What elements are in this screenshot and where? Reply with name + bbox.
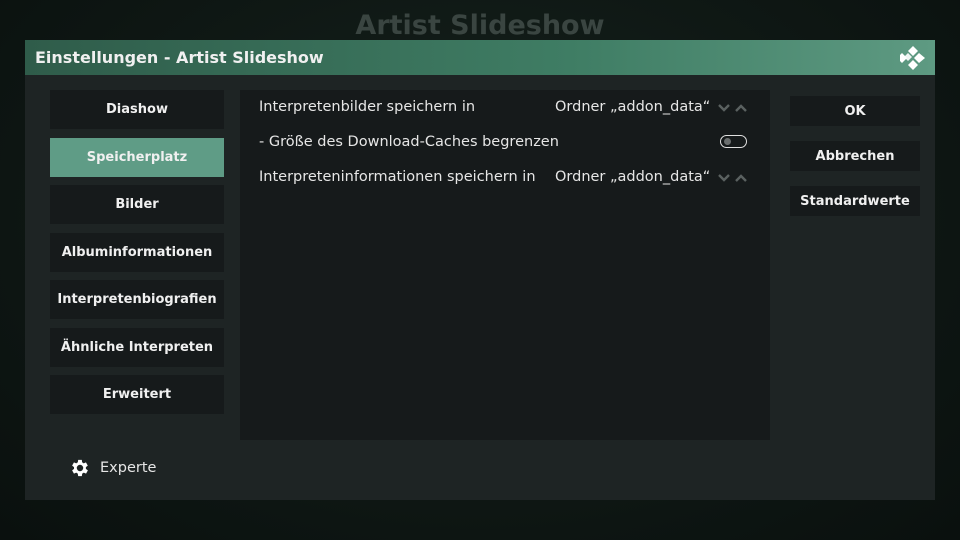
settings-level-button[interactable]: Experte (69, 456, 156, 480)
setting-value: Ordner „addon_data“ (555, 99, 711, 115)
category-speicherplatz[interactable]: Speicherplatz (50, 138, 224, 177)
background-window-title: Artist Slideshow (355, 10, 605, 41)
ok-button[interactable]: OK (790, 96, 920, 126)
settings-dialog: Einstellungen - Artist Slideshow Diashow… (25, 40, 935, 500)
category-albuminformationen[interactable]: Albuminformationen (50, 233, 224, 272)
dialog-header: Einstellungen - Artist Slideshow (25, 40, 935, 75)
setting-label: Interpretenbilder speichern in (259, 99, 476, 115)
spinner-arrows-icon[interactable] (717, 171, 751, 185)
dialog-title: Einstellungen - Artist Slideshow (35, 48, 324, 67)
setting-row-limit-download-cache[interactable]: - Größe des Download-Caches begrenzen (240, 125, 770, 160)
category-erweitert[interactable]: Erweitert (50, 375, 224, 414)
gear-icon (72, 459, 88, 477)
settings-panel: Interpretenbilder speichern in Ordner „a… (240, 90, 770, 440)
category-interpretenbiografien[interactable]: Interpretenbiografien (50, 280, 224, 319)
cancel-button[interactable]: Abbrechen (790, 141, 920, 171)
toggle-knob (724, 138, 731, 145)
category-aehnliche-interpreten[interactable]: Ähnliche Interpreten (50, 328, 224, 367)
settings-level-label: Experte (100, 460, 157, 476)
setting-label: Interpreteninformationen speichern in (259, 169, 536, 185)
toggle-switch[interactable] (720, 135, 747, 148)
setting-row-artist-images-location[interactable]: Interpretenbilder speichern in Ordner „a… (240, 90, 770, 125)
setting-label: - Größe des Download-Caches begrenzen (259, 134, 559, 150)
setting-row-artist-info-location[interactable]: Interpreteninformationen speichern in Or… (240, 160, 770, 195)
category-diashow[interactable]: Diashow (50, 90, 224, 129)
setting-value: Ordner „addon_data“ (555, 169, 711, 185)
kodi-logo-icon (900, 46, 925, 70)
category-bilder[interactable]: Bilder (50, 185, 224, 224)
spinner-arrows-icon[interactable] (717, 101, 751, 115)
defaults-button[interactable]: Standardwerte (790, 186, 920, 216)
